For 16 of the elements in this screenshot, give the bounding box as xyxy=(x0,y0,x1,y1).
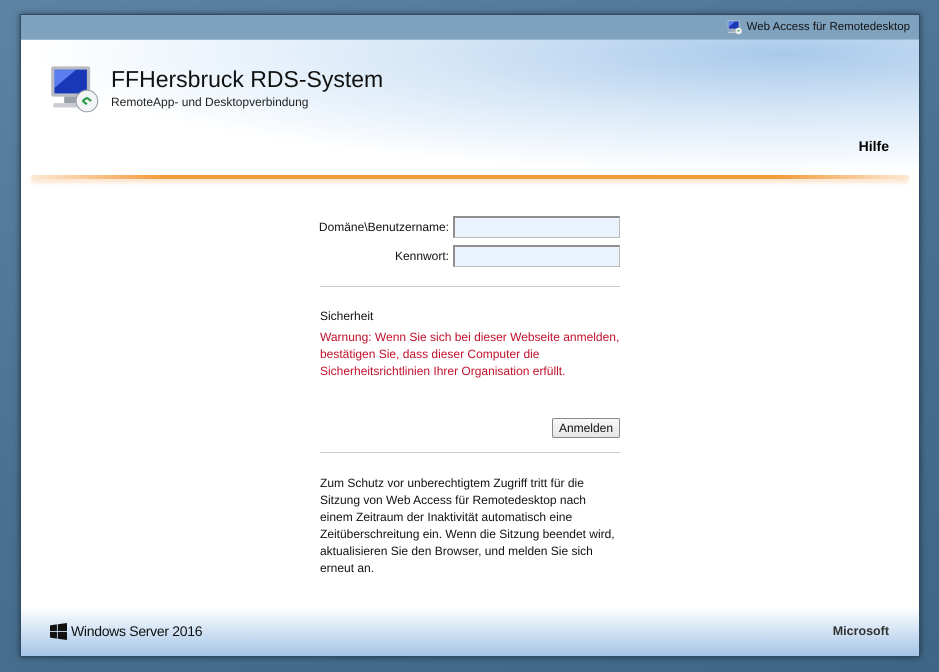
monitor-icon xyxy=(726,19,743,35)
site-subtitle: RemoteApp- und Desktopverbindung xyxy=(111,95,310,110)
help-link[interactable]: Hilfe xyxy=(858,138,889,154)
site-title: FFHersbruck RDS-System xyxy=(111,66,384,92)
vendor-name: Microsoft xyxy=(832,624,889,638)
product-name: Windows Server 2016 xyxy=(71,623,202,639)
input-field[interactable] xyxy=(453,245,620,267)
timeout-notice: Zum Schutz vor unberechtigtem Zugriff tritt für die Sitzung von Web Access für Remotedesktop nach einem Zeitraum der Inaktivität automatisch eine Zeitüberschreitung ein. Wenn die Sitzung beendet wird, aktualisieren Sie den Browser, und melden Sie sich erneut an. xyxy=(320,475,616,577)
windows-logo-icon xyxy=(50,622,67,640)
sign-in-button[interactable]: Anmelden xyxy=(552,418,620,438)
input-field[interactable] xyxy=(453,216,620,238)
field-label: Kennwort: xyxy=(394,249,449,263)
security-heading: Sicherheit xyxy=(320,309,374,323)
security-warning: Warnung: Wenn Sie sich bei dieser Webseite anmelden, bestätigen Sie, dass dieser Computer die Sicherheitsrichtlinien Ihrer Organisation erfüllt. xyxy=(320,329,620,380)
top-bar-label: Web Access für Remotedesktop xyxy=(746,21,910,33)
field-label: Domäne\Benutzername: xyxy=(318,220,449,234)
